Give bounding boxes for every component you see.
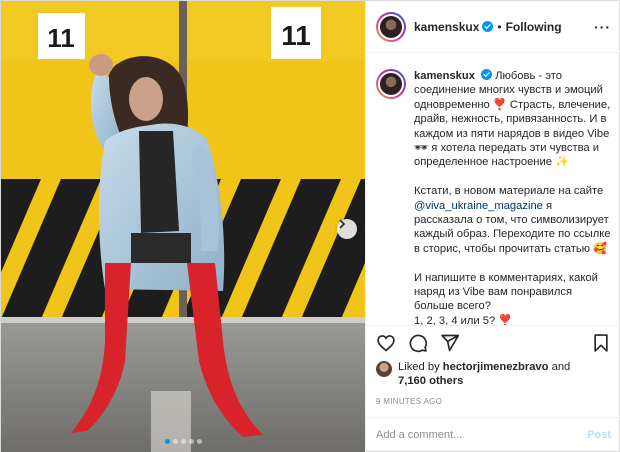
likes-count[interactable]: 7,160 others xyxy=(398,375,463,387)
mention-link[interactable]: @viva_ukraine_magazine xyxy=(414,200,543,212)
liker-username[interactable]: hectorjimenezbravo xyxy=(443,361,549,373)
carousel-indicator xyxy=(1,439,365,444)
header-username[interactable]: kamenskux xyxy=(414,20,479,34)
caption-username[interactable]: kamenskux xyxy=(414,70,475,82)
likes-summary: Liked by hectorjimenezbravo and 7,160 ot… xyxy=(366,360,620,394)
carousel-dot xyxy=(188,439,194,444)
header-separator: • xyxy=(497,19,502,34)
avatar[interactable] xyxy=(376,69,406,99)
post-photo[interactable]: 11 11 xyxy=(1,1,365,452)
likes-text: Liked by hectorjimenezbravo and 7,160 ot… xyxy=(398,360,570,388)
likes-prefix: Liked by xyxy=(398,361,443,373)
bookmark-icon[interactable] xyxy=(591,333,611,353)
sign-right-number: 11 xyxy=(281,20,311,51)
comment-input[interactable] xyxy=(376,429,588,441)
carousel-dot xyxy=(164,439,170,444)
carousel-dot xyxy=(180,439,186,444)
photo-scene: 11 11 xyxy=(1,1,365,452)
caption-paragraph-2-start: Кстати, в новом материале на сайте xyxy=(414,185,604,198)
verified-badge-icon xyxy=(482,21,494,32)
following-button[interactable]: Following xyxy=(506,20,562,34)
comment-form: Post xyxy=(366,418,620,452)
carousel-next-button[interactable] xyxy=(337,219,357,239)
caption-paragraph-1: Любовь - это соединение многих чувств и … xyxy=(414,70,611,169)
verified-badge-icon xyxy=(481,69,493,80)
comment-icon[interactable] xyxy=(408,333,428,353)
action-bar xyxy=(366,326,620,360)
caption-text: kamenskux Любовь - это соединение многих… xyxy=(414,69,611,325)
caption-paragraph-4: 1, 2, 3, 4 или 5? ❣️ xyxy=(414,314,513,326)
post-timestamp[interactable]: 9 MINUTES AGO xyxy=(366,394,620,418)
sign-left-number: 11 xyxy=(47,23,75,53)
likes-conjunction: and xyxy=(548,361,571,373)
heart-icon[interactable] xyxy=(376,333,396,353)
more-options-icon[interactable]: ··· xyxy=(594,19,611,35)
liker-avatar[interactable] xyxy=(376,361,392,377)
post-sidebar: kamenskux • Following ··· kamenskux Любо… xyxy=(365,1,620,452)
carousel-dot xyxy=(172,439,178,444)
post-comment-button[interactable]: Post xyxy=(587,429,611,441)
share-icon[interactable] xyxy=(440,333,460,353)
chevron-right-icon xyxy=(339,219,346,229)
caption-section: kamenskux Любовь - это соединение многих… xyxy=(366,53,620,326)
instagram-post: 11 11 kamenskux • Following ··· kamensku… xyxy=(0,0,620,452)
post-header: kamenskux • Following ··· xyxy=(366,1,620,53)
avatar[interactable] xyxy=(376,11,406,42)
carousel-dot xyxy=(196,439,202,444)
caption-paragraph-3: И напишите в комментариях, какой наряд и… xyxy=(414,271,598,313)
